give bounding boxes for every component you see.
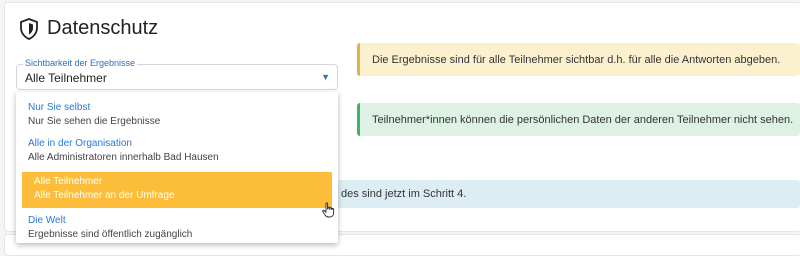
personal-data-text: Teilnehmer*innen können die persönlichen… [372,113,794,126]
section-title: Datenschutz [47,17,159,39]
option-the-world[interactable]: Die Welt Ergebnisse sind öffentlich zugä… [16,215,338,241]
personal-data-alert: Teilnehmer*innen können die persönlichen… [357,103,800,136]
section-header: Datenschutz [19,17,158,40]
chevron-down-icon[interactable]: ▼ [321,72,330,82]
option-description: Nur Sie sehen die Ergebnisse [28,116,161,127]
option-organization[interactable]: Alle in der Organisation Alle Administra… [16,138,338,164]
visibility-select[interactable]: Sichtbarkeit der Ergebnisse Alle Teilneh… [16,58,338,90]
option-description: Alle Administratoren innerhalb Bad Hause… [28,152,219,163]
results-visibility-alert: Die Ergebnisse sind für alle Teilnehmer … [357,43,800,76]
option-only-you[interactable]: Nur Sie selbst Nur Sie sehen die Ergebni… [16,102,338,128]
option-description: Alle Teilnehmer an der Umfrage [34,190,175,201]
step-info-text: des sind jetzt im Schritt 4. [341,188,467,200]
shield-icon [19,17,39,40]
visibility-select-value: Alle Teilnehmer [25,71,107,85]
option-label: Nur Sie selbst [28,102,91,113]
visibility-select-label: Sichtbarkeit der Ergebnisse [23,58,138,68]
option-label: Die Welt [28,215,66,226]
option-label: Alle Teilnehmer [34,176,103,187]
results-visibility-text: Die Ergebnisse sind für alle Teilnehmer … [372,53,781,66]
hand-pointer-icon [322,202,336,218]
option-label: Alle in der Organisation [28,138,132,149]
option-all-participants[interactable]: Alle Teilnehmer Alle Teilnehmer an der U… [22,172,332,208]
visibility-dropdown-menu: Nur Sie selbst Nur Sie sehen die Ergebni… [16,92,338,243]
option-description: Ergebnisse sind öffentlich zugänglich [28,229,193,240]
